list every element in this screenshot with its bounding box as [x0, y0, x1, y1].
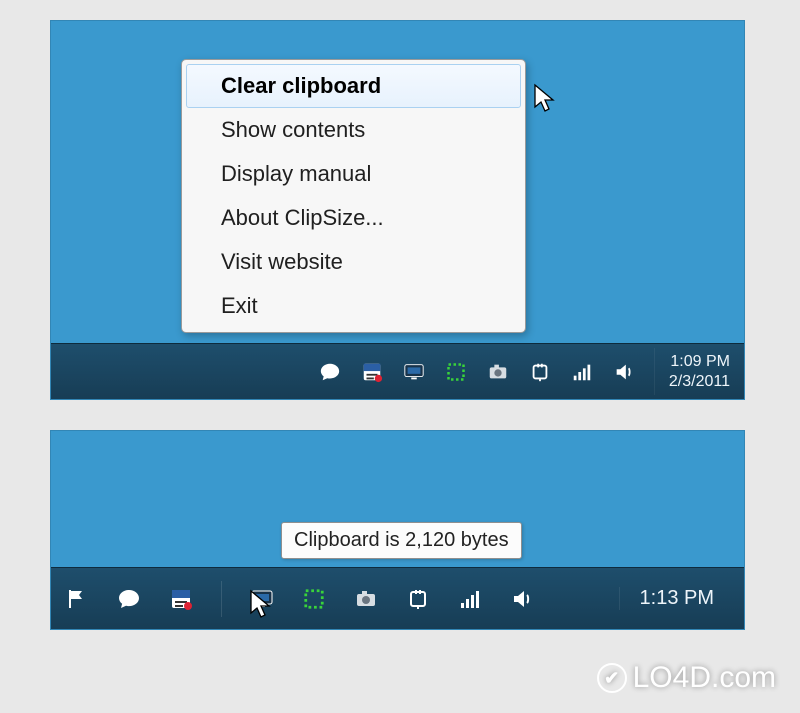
camera-tray-icon[interactable]	[354, 587, 378, 611]
menu-item-display-manual[interactable]: Display manual	[186, 152, 521, 196]
camera-tray-icon[interactable]	[486, 360, 510, 384]
power-plug-icon[interactable]	[528, 360, 552, 384]
taskbar-clock[interactable]: 1:13 PM	[619, 587, 744, 610]
taskbar: 1:13 PM	[51, 567, 744, 629]
network-signal-icon[interactable]	[458, 587, 482, 611]
clock-date: 2/3/2011	[669, 372, 730, 391]
network-signal-icon[interactable]	[570, 360, 594, 384]
menu-item-visit-website[interactable]: Visit website	[186, 240, 521, 284]
menu-item-label: Show contents	[221, 117, 365, 143]
menu-item-label: Display manual	[221, 161, 371, 187]
clock-time: 1:09 PM	[669, 352, 730, 371]
volume-icon[interactable]	[612, 360, 636, 384]
monitor-tray-icon[interactable]	[250, 587, 274, 611]
menu-item-label: About ClipSize...	[221, 205, 384, 231]
menu-item-about-clipsize[interactable]: About ClipSize...	[186, 196, 521, 240]
tray	[65, 581, 619, 617]
volume-icon[interactable]	[510, 587, 534, 611]
screenshot-bottom: Clipboard is 2,120 bytes	[50, 430, 745, 630]
tray-separator	[221, 581, 222, 617]
context-menu: Clear clipboard Show contents Display ma…	[181, 59, 526, 333]
flag-icon[interactable]	[65, 587, 89, 611]
menu-item-label: Clear clipboard	[221, 73, 381, 99]
menu-item-label: Exit	[221, 293, 258, 319]
green-square-icon[interactable]	[302, 587, 326, 611]
clock-time: 1:13 PM	[640, 587, 714, 609]
menu-item-exit[interactable]: Exit	[186, 284, 521, 328]
taskbar-clock[interactable]: 1:09 PM 2/3/2011	[654, 348, 744, 394]
watermark-text: LO4D.com	[633, 661, 776, 695]
menu-item-show-contents[interactable]: Show contents	[186, 108, 521, 152]
screenshot-top: Clear clipboard Show contents Display ma…	[50, 20, 745, 400]
clipsize-tray-icon[interactable]	[360, 360, 384, 384]
clipsize-tray-icon[interactable]	[169, 587, 193, 611]
taskbar: 1:09 PM 2/3/2011	[51, 343, 744, 399]
cursor-icon	[533, 83, 557, 113]
watermark: ✔ LO4D.com	[597, 661, 776, 695]
tray	[306, 360, 648, 384]
power-plug-icon[interactable]	[406, 587, 430, 611]
green-square-icon[interactable]	[444, 360, 468, 384]
monitor-tray-icon[interactable]	[402, 360, 426, 384]
menu-item-label: Visit website	[221, 249, 343, 275]
chat-bubble-icon[interactable]	[318, 360, 342, 384]
tooltip-text: Clipboard is 2,120 bytes	[294, 529, 509, 551]
tray-tooltip: Clipboard is 2,120 bytes	[281, 522, 522, 559]
chat-bubble-icon[interactable]	[117, 587, 141, 611]
menu-item-clear-clipboard[interactable]: Clear clipboard	[186, 64, 521, 108]
watermark-icon: ✔	[597, 663, 627, 693]
